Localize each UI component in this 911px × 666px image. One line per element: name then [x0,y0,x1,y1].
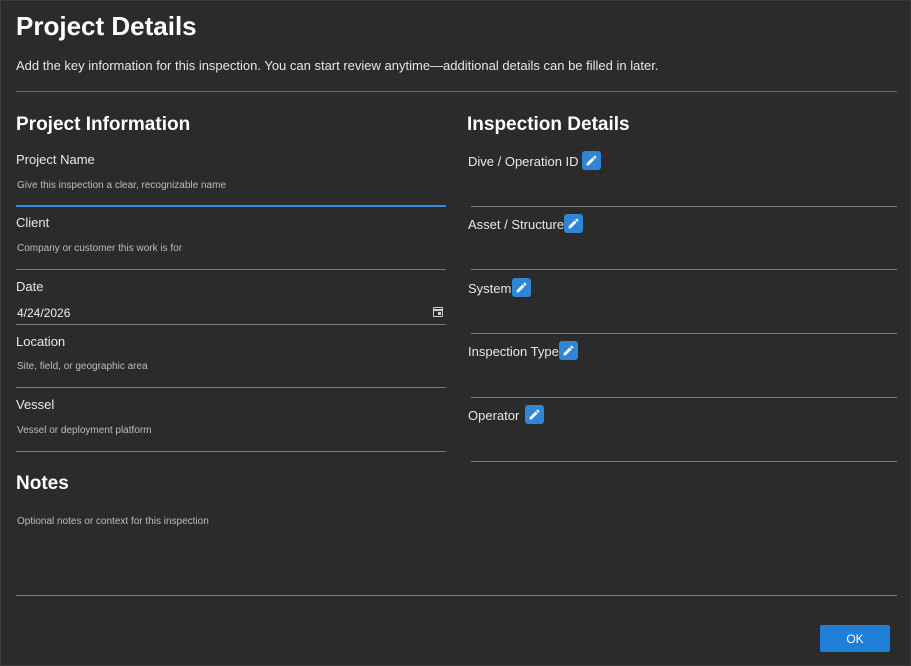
notes-heading: Notes [16,473,69,494]
header-divider [16,91,897,92]
asset-structure-underline [471,269,897,270]
operator-underline [471,461,897,462]
inspection-type-label: Inspection Type [468,344,559,359]
pencil-icon [529,409,540,420]
inspection-details-heading: Inspection Details [467,114,630,135]
project-name-underline [16,205,446,207]
dive-operation-id-underline [471,206,897,207]
edit-asset-structure-button[interactable] [564,214,583,233]
date-underline [16,324,446,325]
page-title: Project Details [16,11,197,41]
project-name-input[interactable] [17,178,442,192]
pencil-icon [516,282,527,293]
edit-operator-button[interactable] [525,405,544,424]
vessel-label: Vessel [16,397,55,412]
system-underline [471,333,897,334]
location-label: Location [16,334,66,349]
notes-underline [16,595,897,596]
inspection-type-underline [471,397,897,398]
vessel-underline [16,451,446,452]
calendar-icon[interactable] [433,307,443,317]
operator-label: Operator [468,408,520,423]
edit-system-button[interactable] [512,278,531,297]
pencil-icon [586,155,597,166]
date-input[interactable]: 4/24/2026 [17,306,70,320]
client-input[interactable] [17,241,442,255]
edit-dive-operation-id-button[interactable] [582,151,601,170]
pencil-icon [563,345,574,356]
system-label: System [468,281,512,296]
asset-structure-label: Asset / Structure [468,217,565,232]
notes-input[interactable] [17,514,887,528]
date-label: Date [16,279,44,294]
pencil-icon [568,218,579,229]
project-details-dialog: Project Details Add the key information … [0,0,911,666]
vessel-input[interactable] [17,423,442,437]
project-name-label: Project Name [16,152,95,167]
location-input[interactable] [17,359,442,373]
ok-button[interactable]: OK [820,625,890,652]
client-label: Client [16,215,50,230]
client-underline [16,269,446,270]
page-subtitle: Add the key information for this inspect… [16,58,659,73]
location-underline [16,387,446,388]
project-information-heading: Project Information [16,114,191,135]
edit-inspection-type-button[interactable] [559,341,578,360]
dive-operation-id-label: Dive / Operation ID [468,154,579,169]
